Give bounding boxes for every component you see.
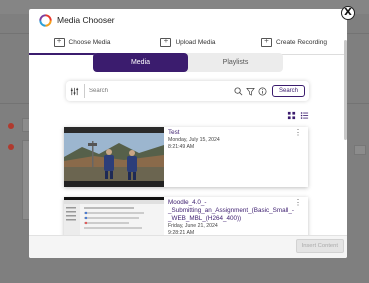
more-options-icon[interactable]: ⋮ (294, 129, 302, 137)
media-date: Friday, June 21, 2024 (168, 223, 218, 229)
tab-label: Upload Media (175, 39, 216, 46)
search-bar: Search (66, 81, 309, 101)
modal-title: Media Chooser (57, 15, 115, 25)
list-view-icon[interactable] (300, 111, 309, 120)
grid-view-icon[interactable] (287, 111, 296, 120)
tab-label: Choose Media (68, 39, 111, 46)
more-options-icon[interactable]: ⋮ (294, 199, 302, 207)
search-icon[interactable] (234, 86, 243, 96)
media-time: 8:21:49 AM (168, 144, 195, 150)
media-type-toggle: Media Playlists (93, 53, 283, 72)
search-button[interactable]: Search (271, 85, 305, 97)
search-input[interactable] (84, 84, 231, 98)
video-thumbnail (64, 127, 164, 187)
upload-box-icon (53, 36, 65, 47)
media-info: Moodle_4.0_-_Submitting_an_Assignment_(B… (168, 199, 298, 237)
tab-bar: Choose Media Upload Media Create Recordi… (29, 31, 347, 55)
media-chooser-modal: Media Chooser Choose Media Upload Media … (29, 9, 347, 258)
playlists-toggle-button[interactable]: Playlists (188, 53, 283, 72)
modal-scrollbar[interactable] (344, 40, 347, 140)
insert-content-button[interactable]: Insert Content (295, 239, 344, 253)
filter-funnel-icon[interactable] (246, 87, 255, 96)
media-card[interactable]: Test Monday, July 15, 2024 8:21:49 AM ⋮ (64, 127, 308, 187)
background-field (354, 145, 366, 155)
tab-create-recording[interactable]: Create Recording (241, 31, 347, 54)
media-title[interactable]: Moodle_4.0_-_Submitting_an_Assignment_(B… (168, 199, 298, 223)
media-info: Test Monday, July 15, 2024 8:21:49 AM (168, 129, 298, 151)
add-box-icon (261, 36, 273, 47)
warning-icon (8, 123, 14, 129)
filter-sliders-icon[interactable] (70, 87, 79, 96)
tab-upload-media[interactable]: Upload Media (135, 31, 241, 54)
modal-footer: Insert Content (29, 235, 347, 258)
modal-header: Media Chooser (29, 9, 347, 31)
media-toggle-button[interactable]: Media (93, 53, 188, 72)
warning-icon (8, 144, 14, 150)
upload-box-icon (160, 36, 172, 47)
media-title[interactable]: Test (168, 129, 298, 137)
brand-logo-icon (39, 13, 52, 27)
info-icon[interactable] (258, 87, 267, 96)
close-icon[interactable]: X (341, 6, 355, 20)
tab-label: Create Recording (276, 39, 327, 46)
tab-choose-media[interactable]: Choose Media (29, 31, 135, 55)
media-date: Monday, July 15, 2024 (168, 137, 220, 143)
